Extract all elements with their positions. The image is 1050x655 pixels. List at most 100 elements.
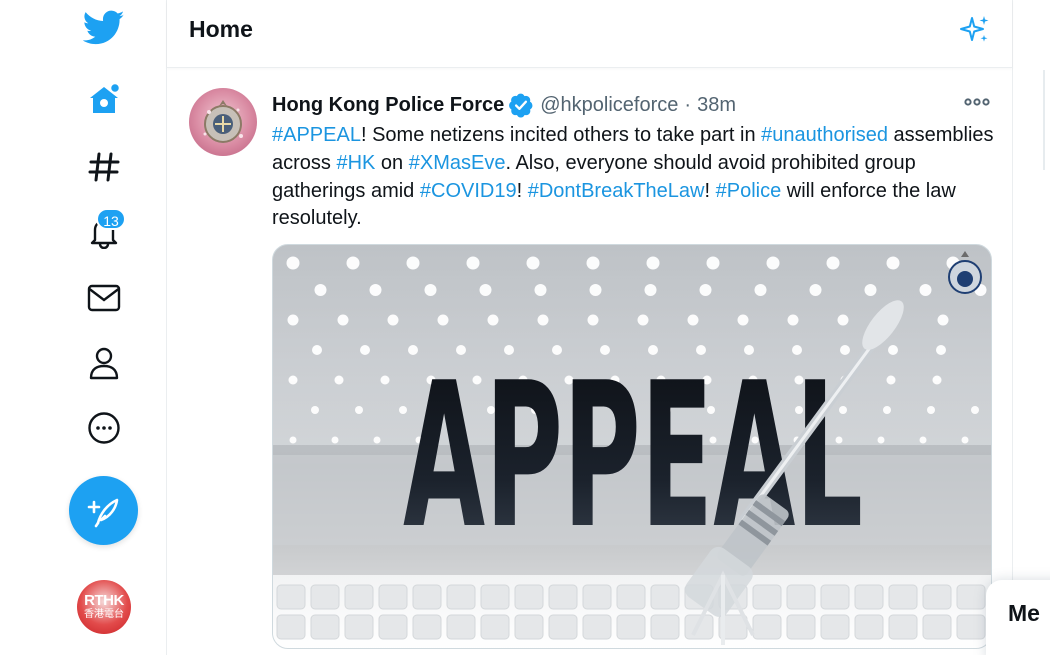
hashtag-link[interactable]: #XMasEve [409,152,506,174]
ceiling-light [487,314,499,326]
hashtag-link[interactable]: #COVID19 [420,180,517,202]
ceiling-light [387,314,399,326]
account-avatar[interactable]: RTHK 香港電台 [77,580,131,634]
compose-tweet-button[interactable] [69,476,138,545]
auditorium-seat [616,614,646,640]
hashtag-link[interactable]: #unauthorised [761,124,888,146]
hashtag-link[interactable]: #Police [716,180,782,202]
auditorium-seat [786,614,816,640]
ceiling-light [888,345,898,355]
ceiling-light [877,436,885,444]
ceiling-light [932,375,942,385]
tweet-timestamp[interactable]: 38m [697,94,736,117]
ceiling-light [380,375,390,385]
auditorium-seat [480,584,510,610]
ceiling-light [587,314,599,326]
ceiling-light [787,314,799,326]
messages-envelope-icon[interactable] [78,272,130,324]
hashtag-link[interactable]: #HK [336,152,375,174]
account-logo-subtext: 香港電台 [84,609,124,620]
ceiling-light [586,256,600,270]
verified-badge-icon [508,92,534,118]
account-logo-text: RTHK [84,592,124,609]
ceiling-light [289,436,297,444]
auditorium-seat [310,614,340,640]
hashtag-link[interactable]: #DontBreakTheLaw [528,180,705,202]
auditorium-seat [922,614,952,640]
author-handle[interactable]: @hkpoliceforce [540,94,678,117]
author-name[interactable]: Hong Kong Police Force [272,94,504,117]
tweet-header: Hong Kong Police Force @hkpoliceforce · … [272,92,736,118]
auditorium-seat [446,584,476,610]
ceiling-light [864,284,877,296]
ceiling-light [355,406,363,414]
auditorium-seat [786,584,816,610]
ceiling-light [883,406,891,414]
hashtag-link[interactable]: #APPEAL [272,124,361,146]
more-options-icon[interactable] [78,402,130,454]
auditorium-seat [480,614,510,640]
ceiling-light [961,436,969,444]
ceiling-light [466,256,480,270]
twitter-logo-icon[interactable] [78,2,130,54]
ceiling-light [644,284,657,296]
ceiling-light [314,284,327,296]
tweet-text-segment: on [375,151,409,174]
ceiling-light [936,345,946,355]
auditorium-seat [378,614,408,640]
tweet-text-segment: ! Some netizens incited others to take p… [360,124,762,146]
auditorium-seat [310,584,340,610]
explore-hashtag-icon[interactable] [78,141,130,193]
left-nav: 13 RTHK 香港電台 [0,0,166,655]
profile-person-icon[interactable] [78,337,130,389]
auditorium-seat [888,614,918,640]
auditorium-seat [820,584,850,610]
ceiling-light [919,436,927,444]
auditorium-seat [650,614,680,640]
auditorium-seat [820,614,850,640]
ceiling-light [346,256,360,270]
ceiling-light [406,256,420,270]
ceiling-light [369,284,382,296]
auditorium-seat [956,584,986,610]
ceiling-light [754,284,767,296]
ceiling-light [766,256,780,270]
home-icon[interactable] [78,74,130,126]
tweet-more-button[interactable] [962,92,992,112]
ceiling-light [287,314,299,326]
auditorium-seat [616,584,646,610]
ceiling-light [534,284,547,296]
tweet-media-image[interactable]: APPEAL [272,244,992,649]
police-crest-icon [203,100,243,143]
ceiling-light [927,406,935,414]
auditorium-seat [922,584,952,610]
auditorium-seat [446,614,476,640]
tweet-text-segment: ! [704,179,716,202]
ceiling-light [886,256,900,270]
ceiling-light [337,314,349,326]
auditorium-seat [276,614,306,640]
ceiling-light [331,436,339,444]
author-avatar[interactable] [189,88,257,156]
sparkle-top-tweets-icon[interactable] [958,13,992,47]
auditorium-seat [514,584,544,610]
auditorium-seat [412,584,442,610]
ceiling-light [826,256,840,270]
feather-plus-icon [87,498,118,527]
timeline-column: Home Hong Kong Police Force @hkpolicefor… [166,0,1013,655]
auditorium-seat [344,584,374,610]
auditorium-seat [752,614,782,640]
auditorium-seat [956,614,986,640]
ceiling-light [288,375,298,385]
ceiling-light [687,314,699,326]
messages-drawer[interactable]: Me [986,580,1050,655]
ceiling-light [312,345,322,355]
ceiling-light [526,256,540,270]
ceiling-light [637,314,649,326]
auditorium-seat [650,584,680,610]
appeal-graphic: APPEAL [273,245,991,648]
messages-drawer-label: Me [1008,600,1040,626]
ceiling-light [837,314,849,326]
auditorium-seat [582,614,612,640]
ceiling-light [971,406,979,414]
